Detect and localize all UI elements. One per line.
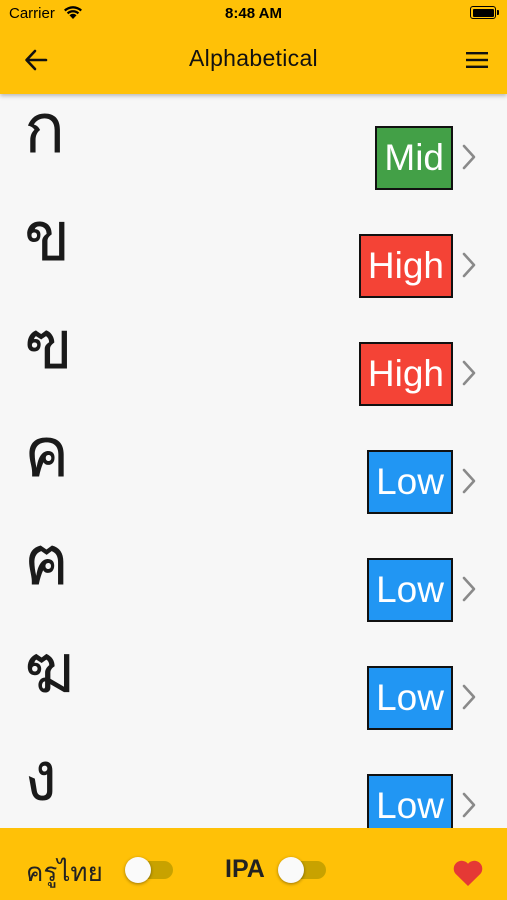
letter-row[interactable]: ฆ Low bbox=[0, 620, 507, 730]
back-button[interactable] bbox=[16, 44, 56, 76]
thai-letter: ง bbox=[24, 738, 58, 817]
ipa-toggle[interactable] bbox=[278, 857, 326, 883]
chevron-right-icon bbox=[462, 684, 476, 710]
consonant-class-badge: Low bbox=[367, 450, 453, 514]
battery-icon bbox=[470, 6, 499, 19]
consonant-class-badge: High bbox=[358, 342, 453, 406]
ipa-label: IPA bbox=[225, 855, 265, 883]
letter-row[interactable]: ค Low bbox=[0, 404, 507, 514]
consonant-class-badge: Low bbox=[367, 666, 453, 730]
toggle-knob bbox=[278, 857, 304, 883]
chevron-right-icon bbox=[462, 360, 476, 386]
thai-teacher-label: ครูไทย bbox=[26, 858, 103, 888]
thai-letter: ฅ bbox=[24, 522, 70, 601]
consonant-class-badge: High bbox=[358, 234, 453, 298]
status-bar: Carrier 8:48 AM bbox=[0, 0, 507, 28]
letter-row[interactable]: ก Mid bbox=[0, 94, 507, 190]
letter-row[interactable]: ฅ Low bbox=[0, 512, 507, 622]
thai-letter: ค bbox=[24, 414, 70, 493]
top-bar: Carrier 8:48 AM Alphabetical bbox=[0, 0, 507, 94]
clock: 8:48 AM bbox=[225, 5, 282, 22]
thai-letter: ฆ bbox=[24, 630, 75, 709]
letter-row[interactable]: ข High bbox=[0, 188, 507, 298]
letter-row[interactable]: ฃ High bbox=[0, 296, 507, 406]
menu-button[interactable] bbox=[459, 44, 495, 76]
page-title: Alphabetical bbox=[189, 45, 318, 71]
thai-teacher-toggle[interactable] bbox=[125, 857, 173, 883]
toggle-knob bbox=[125, 857, 151, 883]
letter-row[interactable]: ง Low bbox=[0, 728, 507, 828]
chevron-right-icon bbox=[462, 252, 476, 278]
chevron-right-icon bbox=[462, 576, 476, 602]
thai-letter: ฃ bbox=[24, 306, 73, 385]
chevron-right-icon bbox=[462, 792, 476, 818]
hamburger-menu-icon bbox=[466, 52, 488, 68]
thai-letter: ก bbox=[24, 94, 66, 169]
app-screen: Carrier 8:48 AM Alphabetical ก Mid ข Hig… bbox=[0, 0, 507, 900]
letter-list: ก Mid ข High ฃ High ค Low ฅ Low ฆ Low ง Low bbox=[0, 94, 507, 828]
bottom-bar: ครูไทย IPA bbox=[0, 828, 507, 900]
chevron-right-icon bbox=[462, 144, 476, 170]
consonant-class-badge: Low bbox=[367, 774, 453, 828]
consonant-class-badge: Mid bbox=[375, 126, 453, 190]
heart-icon[interactable] bbox=[452, 859, 484, 887]
nav-bar: Alphabetical bbox=[0, 28, 507, 94]
thai-letter: ข bbox=[24, 198, 71, 277]
chevron-right-icon bbox=[462, 468, 476, 494]
arrow-left-icon bbox=[25, 49, 48, 71]
consonant-class-badge: Low bbox=[367, 558, 453, 622]
